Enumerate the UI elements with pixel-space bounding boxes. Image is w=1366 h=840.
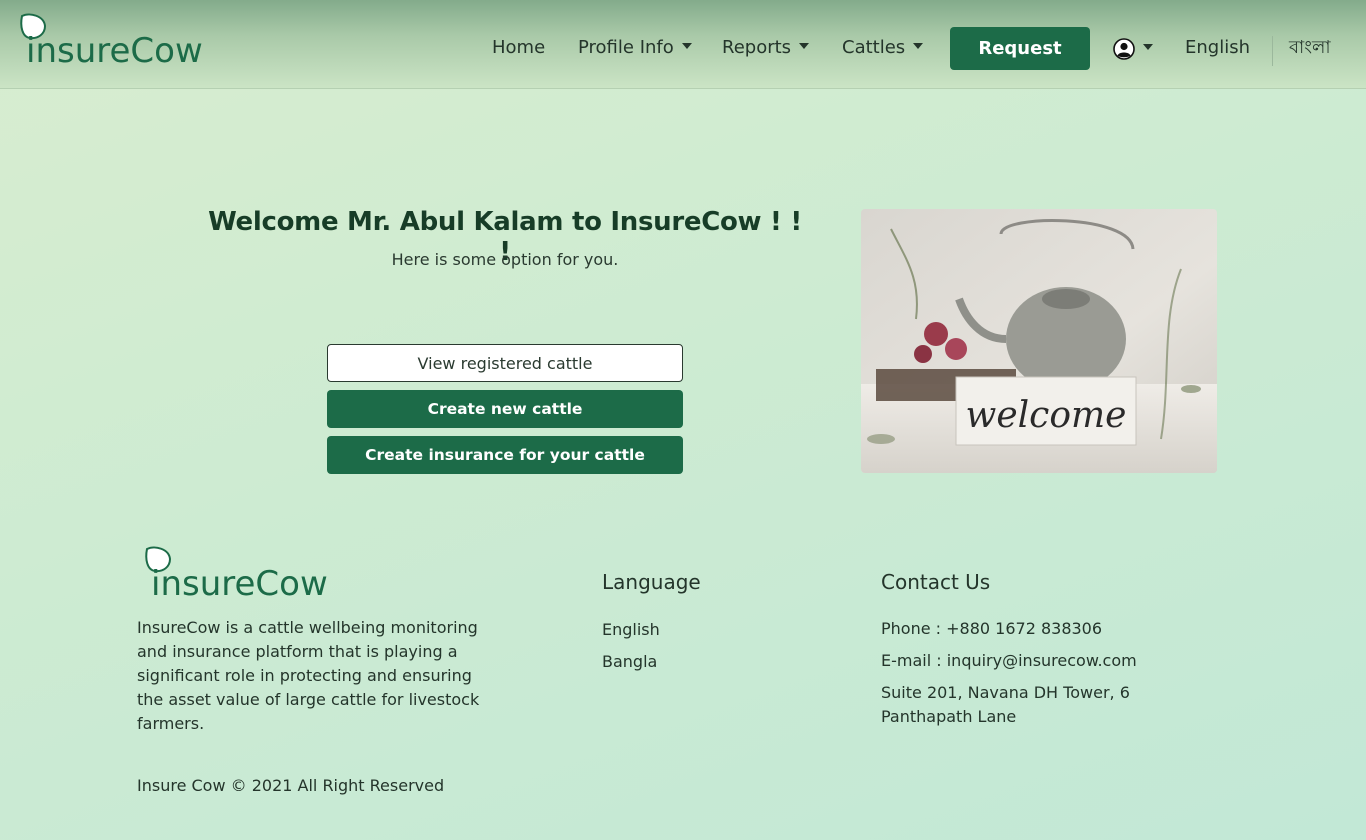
footer-description: InsureCow is a cattle wellbeing monitori… xyxy=(137,618,480,733)
nav-cattles-label: Cattles xyxy=(842,37,906,58)
welcome-subtitle: Here is some option for you. xyxy=(391,250,619,269)
navbar: insureCow Home Profile Info Reports Catt… xyxy=(0,0,1366,89)
nav-reports-label: Reports xyxy=(722,37,792,58)
nav-home[interactable]: Home xyxy=(492,36,545,60)
footer-link-english[interactable]: English xyxy=(602,620,660,639)
user-avatar-icon xyxy=(1113,38,1135,60)
leaf-icon: insureCow xyxy=(145,546,328,604)
footer-email: E-mail : inquiry@insurecow.com xyxy=(881,651,1137,670)
footer-language-heading: Language xyxy=(602,570,701,594)
footer-link-bangla[interactable]: Bangla xyxy=(602,652,657,671)
nav-profile-label: Profile Info xyxy=(578,37,674,58)
nav-profile-info[interactable]: Profile Info xyxy=(578,36,692,60)
view-registered-cattle-button[interactable]: View registered cattle xyxy=(327,344,683,382)
welcome-image: welcome xyxy=(861,209,1217,473)
footer-phone: Phone : +880 1672 838306 xyxy=(881,619,1103,638)
lang-english[interactable]: English xyxy=(1185,36,1250,60)
footer-logo[interactable]: insureCow xyxy=(143,545,333,604)
nav-cattles[interactable]: Cattles xyxy=(842,36,924,60)
copyright: Insure Cow © 2021 All Right Reserved xyxy=(137,776,445,795)
logo-text: insureCow xyxy=(26,31,203,68)
chevron-down-icon xyxy=(1143,44,1153,50)
leaf-icon: insureCow xyxy=(20,13,203,71)
request-button[interactable]: Request xyxy=(950,27,1090,70)
welcome-sign-text: welcome xyxy=(966,395,1127,436)
chevron-down-icon xyxy=(913,43,924,49)
brand-logo[interactable]: insureCow xyxy=(18,12,208,71)
create-insurance-button[interactable]: Create insurance for your cattle xyxy=(327,436,683,474)
nav-reports[interactable]: Reports xyxy=(722,36,810,60)
nav-divider xyxy=(1272,36,1273,66)
footer-logo-text: insureCow xyxy=(151,564,328,601)
footer-address: Suite 201, Navana DH Tower, 6 Panthapath… xyxy=(881,683,1130,726)
create-new-cattle-button[interactable]: Create new cattle xyxy=(327,390,683,428)
chevron-down-icon xyxy=(681,43,692,49)
footer-contact-heading: Contact Us xyxy=(881,570,991,594)
lang-bangla[interactable]: বাংলা xyxy=(1289,36,1331,60)
user-menu[interactable] xyxy=(1113,38,1153,60)
chevron-down-icon xyxy=(799,43,810,49)
